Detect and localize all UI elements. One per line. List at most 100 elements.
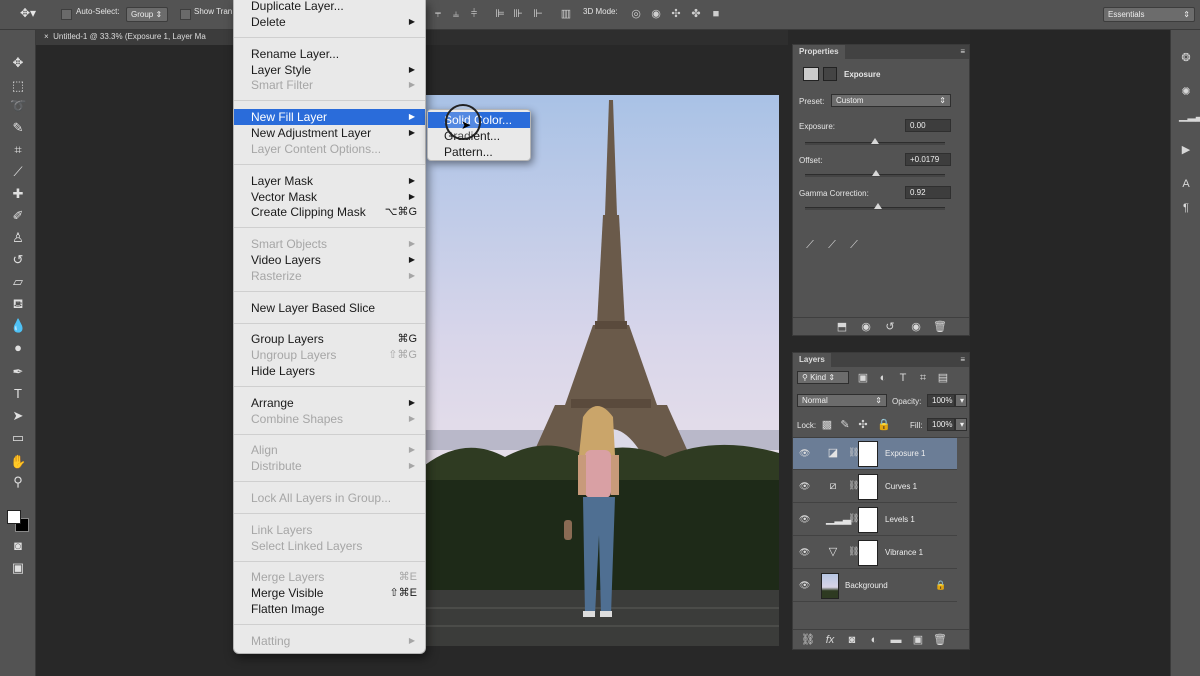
layer-row-exposure[interactable]: 👁 ◪ ⛓ Exposure 1 (793, 438, 957, 470)
new-layer-icon[interactable]: ▣ (911, 634, 925, 646)
blend-mode-dropdown[interactable]: Normal ⇕ (797, 394, 887, 407)
eyedropper-white-icon[interactable]: ⟋ (847, 239, 861, 251)
gamma-slider-knob[interactable] (873, 203, 882, 209)
menu-item-arrange[interactable]: Arrange ▶ (234, 395, 425, 411)
eye-icon[interactable]: 👁 (799, 580, 810, 591)
align-bottom-icon[interactable]: ⫩ (468, 8, 480, 21)
path-select-icon[interactable]: ➤ (10, 408, 26, 424)
menu-item-new-layer-based-slice[interactable]: New Layer Based Slice (234, 300, 425, 316)
eyedropper-gray-icon[interactable]: ⟋ (825, 239, 839, 251)
type-tool-icon[interactable]: T (10, 386, 26, 402)
submenu-item-gradient[interactable]: Gradient... (428, 128, 530, 144)
opacity-input[interactable]: 100% (927, 394, 955, 407)
3d-scale-icon[interactable]: ■ (710, 8, 722, 21)
opacity-dropdown[interactable]: ▾ (955, 394, 967, 407)
lock-pixels-icon[interactable]: ✎ (839, 419, 851, 431)
align-right-icon[interactable]: ⊩ (532, 8, 544, 21)
align-top-icon[interactable]: ⫧ (432, 8, 444, 21)
eraser-tool-icon[interactable]: ▱ (10, 274, 26, 290)
lock-all-icon[interactable]: 🔒 (877, 419, 891, 431)
new-group-icon[interactable]: ▬ (889, 634, 903, 646)
filter-kind-dropdown[interactable]: ⚲ Kind ⇕ (797, 371, 849, 384)
lock-transparent-icon[interactable]: ▩ (821, 419, 833, 431)
background-thumbnail[interactable] (821, 573, 839, 599)
clone-stamp-icon[interactable]: ♙ (10, 230, 26, 246)
eyedropper-black-icon[interactable]: ⟋ (803, 239, 817, 251)
menu-item-merge-visible[interactable]: Merge Visible ⇧⌘E (234, 585, 425, 601)
show-transform-checkbox[interactable] (180, 9, 191, 20)
history-brush-icon[interactable]: ↺ (10, 252, 26, 268)
align-hcenter-icon[interactable]: ⊪ (512, 8, 524, 21)
marquee-tool-icon[interactable]: ⬚ (10, 78, 26, 94)
crop-tool-icon[interactable]: ⌗ (10, 142, 26, 158)
layer-mask-thumbnail[interactable] (858, 507, 878, 533)
character-icon[interactable]: A (1179, 178, 1193, 190)
menu-item-video-layers[interactable]: Video Layers ▶ (234, 252, 425, 268)
histogram-icon[interactable]: ▁▂▃ (1179, 110, 1200, 122)
menu-item-flatten-image[interactable]: Flatten Image (234, 601, 425, 617)
color-icon[interactable]: ❂ (1179, 52, 1193, 64)
document-tab[interactable]: × Untitled-1 @ 33.3% (Exposure 1, Layer … (36, 30, 236, 45)
paragraph-icon[interactable]: ¶ (1179, 202, 1193, 214)
adjustments-icon[interactable]: ✺ (1179, 86, 1193, 98)
workspace-dropdown[interactable]: Essentials ⇕ (1103, 7, 1195, 22)
move-tool-icon[interactable]: ✥ (10, 55, 26, 71)
filter-type-icon[interactable]: T (897, 372, 909, 384)
3d-pan-icon[interactable]: ✣ (670, 8, 682, 21)
properties-tab[interactable]: Properties (793, 45, 845, 59)
canvas-image[interactable] (425, 95, 779, 646)
offset-input[interactable]: +0.0179 (905, 153, 951, 166)
layer-row-background[interactable]: 👁 Background 🔒 (793, 570, 957, 602)
filter-smart-icon[interactable]: ▤ (937, 372, 949, 384)
screen-mode-icon[interactable]: ▣ (10, 560, 26, 576)
gamma-input[interactable]: 0.92 (905, 186, 951, 199)
hand-tool-icon[interactable]: ✋ (10, 454, 26, 470)
delete-layer-icon[interactable]: 🗑 (933, 634, 947, 646)
filter-adjustment-icon[interactable]: ◐ (877, 372, 889, 384)
menu-item-new-adjustment-layer[interactable]: New Adjustment Layer ▶ (234, 125, 425, 141)
menu-item-create-clipping-mask[interactable]: Create Clipping Mask ⌥⌘G (234, 204, 425, 220)
layer-mask-thumbnail[interactable] (858, 540, 878, 566)
reset-icon[interactable]: ↺ (883, 321, 897, 333)
filter-shape-icon[interactable]: ⌗ (917, 372, 929, 384)
eye-icon[interactable]: 👁 (799, 481, 810, 492)
delete-icon[interactable]: 🗑 (933, 321, 947, 333)
menu-item-layer-style[interactable]: Layer Style ▶ (234, 62, 425, 78)
paint-bucket-icon[interactable]: ⛾ (10, 296, 26, 312)
offset-slider-knob[interactable] (872, 170, 881, 176)
3d-roll-icon[interactable]: ◉ (650, 8, 662, 21)
align-vcenter-icon[interactable]: ⫨ (450, 8, 462, 21)
add-mask-icon[interactable]: ◙ (845, 634, 859, 646)
menu-item-new-fill-layer[interactable]: New Fill Layer ▶ (234, 109, 425, 126)
layers-tab[interactable]: Layers (793, 353, 831, 367)
filter-pixel-icon[interactable]: ▣ (857, 372, 869, 384)
foreground-color-swatch-front[interactable] (7, 510, 21, 524)
menu-item-vector-mask[interactable]: Vector Mask ▶ (234, 189, 425, 205)
layer-row-curves[interactable]: 👁 ⧄ ⛓ Curves 1 (793, 471, 957, 503)
eye-icon[interactable]: 👁 (799, 547, 810, 558)
menu-item-hide-layers[interactable]: Hide Layers (234, 363, 425, 379)
healing-brush-icon[interactable]: ✚ (10, 186, 26, 202)
panel-menu-icon[interactable]: ≡ (960, 355, 965, 364)
clip-to-layer-icon[interactable]: ⬒ (835, 321, 849, 333)
layer-mask-thumbnail[interactable] (858, 474, 878, 500)
move-tool-icon[interactable]: ✥▾ (20, 6, 36, 20)
auto-select-checkbox[interactable] (61, 9, 72, 20)
quick-mask-icon[interactable]: ◙ (10, 538, 26, 554)
layer-row-levels[interactable]: 👁 ▁▂▃ ⛓ Levels 1 (793, 504, 957, 536)
exposure-input[interactable]: 0.00 (905, 119, 951, 132)
exposure-slider-knob[interactable] (871, 138, 879, 144)
3d-orbit-icon[interactable]: ◎ (630, 8, 642, 21)
panel-menu-icon[interactable]: ≡ (960, 47, 965, 56)
blur-tool-icon[interactable]: 💧 (10, 318, 26, 334)
visibility-icon[interactable]: ◉ (909, 321, 923, 333)
fill-dropdown[interactable]: ▾ (955, 418, 967, 431)
close-icon[interactable]: × (44, 32, 49, 41)
menu-item-delete[interactable]: Delete ▶ (234, 14, 425, 30)
auto-align-icon[interactable]: ▥ (560, 8, 572, 21)
align-left-icon[interactable]: ⊫ (494, 8, 506, 21)
dodge-tool-icon[interactable]: ● (10, 340, 26, 356)
quick-select-tool-icon[interactable]: ✎ (10, 120, 26, 136)
fx-icon[interactable]: fx (823, 634, 837, 646)
actions-play-icon[interactable]: ▶ (1179, 144, 1193, 156)
